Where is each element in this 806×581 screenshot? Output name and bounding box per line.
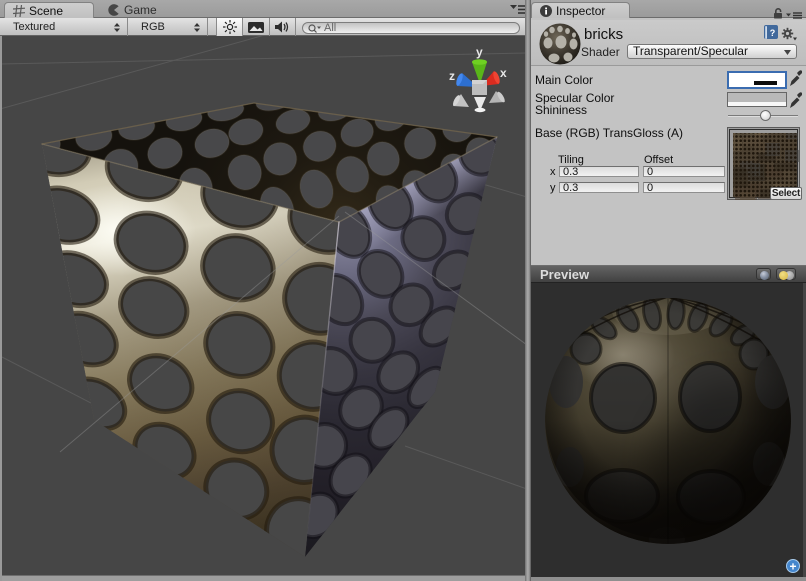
svg-text:z: z (449, 69, 455, 83)
svg-text:x: x (500, 66, 507, 80)
svg-text:y: y (476, 45, 483, 59)
svg-text:+: + (789, 560, 796, 574)
svg-text:?: ? (770, 28, 776, 38)
